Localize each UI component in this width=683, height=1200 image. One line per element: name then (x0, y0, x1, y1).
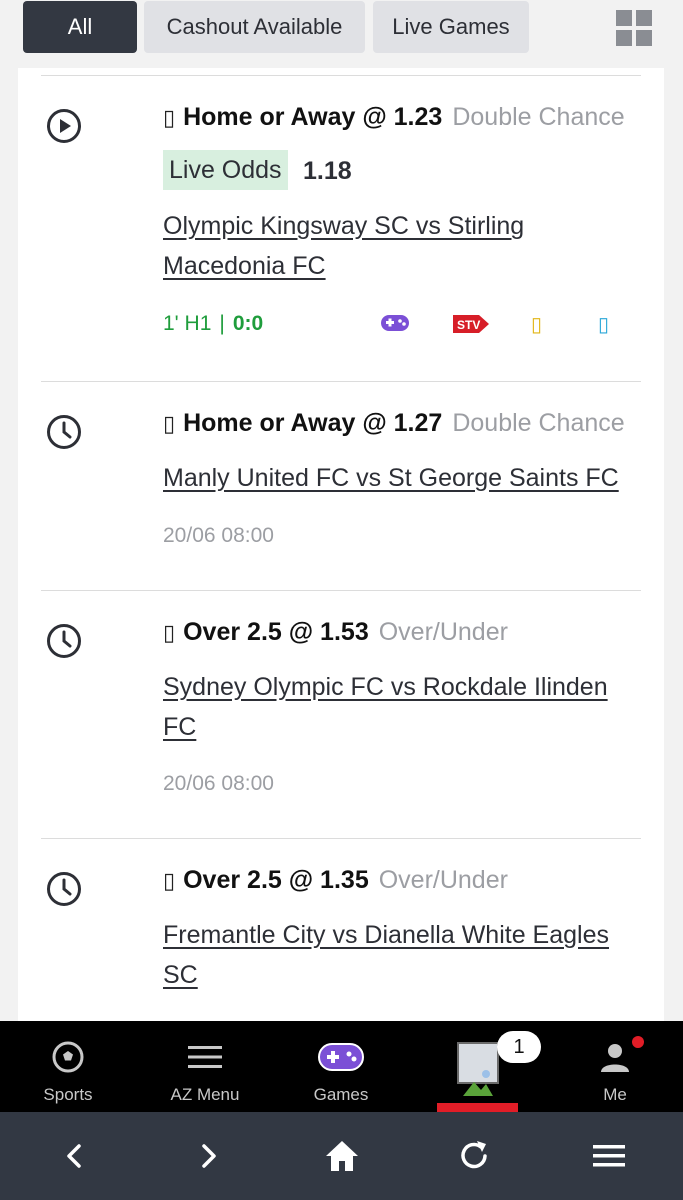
user-icon (601, 1044, 629, 1072)
stv-label: STV (457, 318, 480, 332)
clock-icon (46, 414, 82, 450)
kickoff-time: 20/06 08:00 (163, 524, 274, 547)
nav-sports-label: Sports (43, 1085, 93, 1104)
yellow-icon[interactable]: ▯ (531, 312, 542, 337)
cyan-icon[interactable]: ▯ (598, 312, 609, 337)
match-score: 0:0 (232, 312, 264, 335)
clock-icon (46, 871, 82, 907)
divider (41, 381, 641, 382)
selection-name: Home or Away @ 1.23 (183, 103, 443, 131)
reload-icon[interactable] (455, 1138, 495, 1174)
nav-games[interactable]: Games (273, 1021, 409, 1113)
match-link[interactable]: Olympic Kingsway SC vs Stirling Macedoni… (163, 206, 643, 286)
menu-icon[interactable] (589, 1138, 629, 1174)
filter-cashout-chip[interactable]: Cashout Available (144, 1, 365, 53)
match-clock: 1' H1 (163, 312, 212, 335)
kickoff-time: 20/06 08:00 (163, 772, 274, 795)
play-circle-icon (46, 108, 82, 144)
bet-selection: ▯ Home or Away @ 1.23 Double Chance (163, 103, 625, 132)
stv-icon[interactable]: STV (451, 311, 491, 343)
selection-name: Home or Away @ 1.27 (183, 409, 443, 437)
hamburger-icon (188, 1046, 222, 1068)
bets-card: ▯ Home or Away @ 1.23 Double Chance Live… (18, 68, 664, 1028)
forward-icon[interactable] (188, 1138, 228, 1174)
soccer-ball-icon (52, 1041, 84, 1073)
filter-live-games-chip[interactable]: Live Games (373, 1, 529, 53)
live-odds-label: Live Odds (163, 150, 288, 190)
bet-selection: ▯ Over 2.5 @ 1.53 Over/Under (163, 618, 508, 647)
nav-az-menu-label: AZ Menu (170, 1085, 240, 1104)
filter-all-chip[interactable]: All (23, 1, 137, 53)
grid-view-icon[interactable] (616, 10, 652, 46)
match-link[interactable]: Manly United FC vs St George Saints FC (163, 458, 643, 498)
market-name: Over/Under (378, 866, 508, 894)
selection-name: Over 2.5 @ 1.35 (183, 866, 369, 894)
market-name: Double Chance (452, 103, 625, 131)
bottom-nav: Sports AZ Menu Games 1 Me (0, 1021, 683, 1113)
selection-glyph: ▯ (163, 411, 176, 436)
market-name: Over/Under (378, 618, 508, 646)
live-clock: 1' H1 | 0:0 (163, 312, 263, 336)
divider (41, 590, 641, 591)
nav-me-label: Me (603, 1085, 627, 1104)
nav-sports[interactable]: Sports (0, 1021, 136, 1113)
bet-selection: ▯ Over 2.5 @ 1.35 Over/Under (163, 866, 508, 895)
back-icon[interactable] (55, 1138, 95, 1174)
divider (41, 838, 641, 839)
clock-separator: | (219, 312, 225, 335)
live-odds-value: 1.18 (303, 157, 352, 185)
notification-dot (632, 1036, 644, 1048)
selection-name: Over 2.5 @ 1.53 (183, 618, 369, 646)
betslip-count-badge: 1 (497, 1031, 541, 1063)
selection-glyph: ▯ (163, 105, 176, 130)
selection-glyph: ▯ (163, 620, 176, 645)
betslip-image-icon (457, 1042, 499, 1096)
divider (41, 75, 641, 76)
market-name: Double Chance (452, 409, 625, 437)
gamepad-icon (318, 1043, 364, 1071)
match-link[interactable]: Sydney Olympic FC vs Rockdale Ilinden FC (163, 667, 643, 747)
bet-selection: ▯ Home or Away @ 1.27 Double Chance (163, 409, 625, 438)
filter-bar: All Cashout Available Live Games (0, 0, 683, 68)
selection-glyph: ▯ (163, 868, 176, 893)
nav-az-menu[interactable]: AZ Menu (137, 1021, 273, 1113)
match-link[interactable]: Fremantle City vs Dianella White Eagles … (163, 915, 643, 995)
nav-me[interactable]: Me (547, 1021, 683, 1113)
browser-toolbar (0, 1112, 683, 1200)
gamepad-icon[interactable] (380, 312, 410, 340)
clock-icon (46, 623, 82, 659)
nav-games-label: Games (313, 1085, 369, 1104)
home-icon[interactable] (322, 1138, 362, 1174)
active-tab-indicator (437, 1103, 518, 1112)
